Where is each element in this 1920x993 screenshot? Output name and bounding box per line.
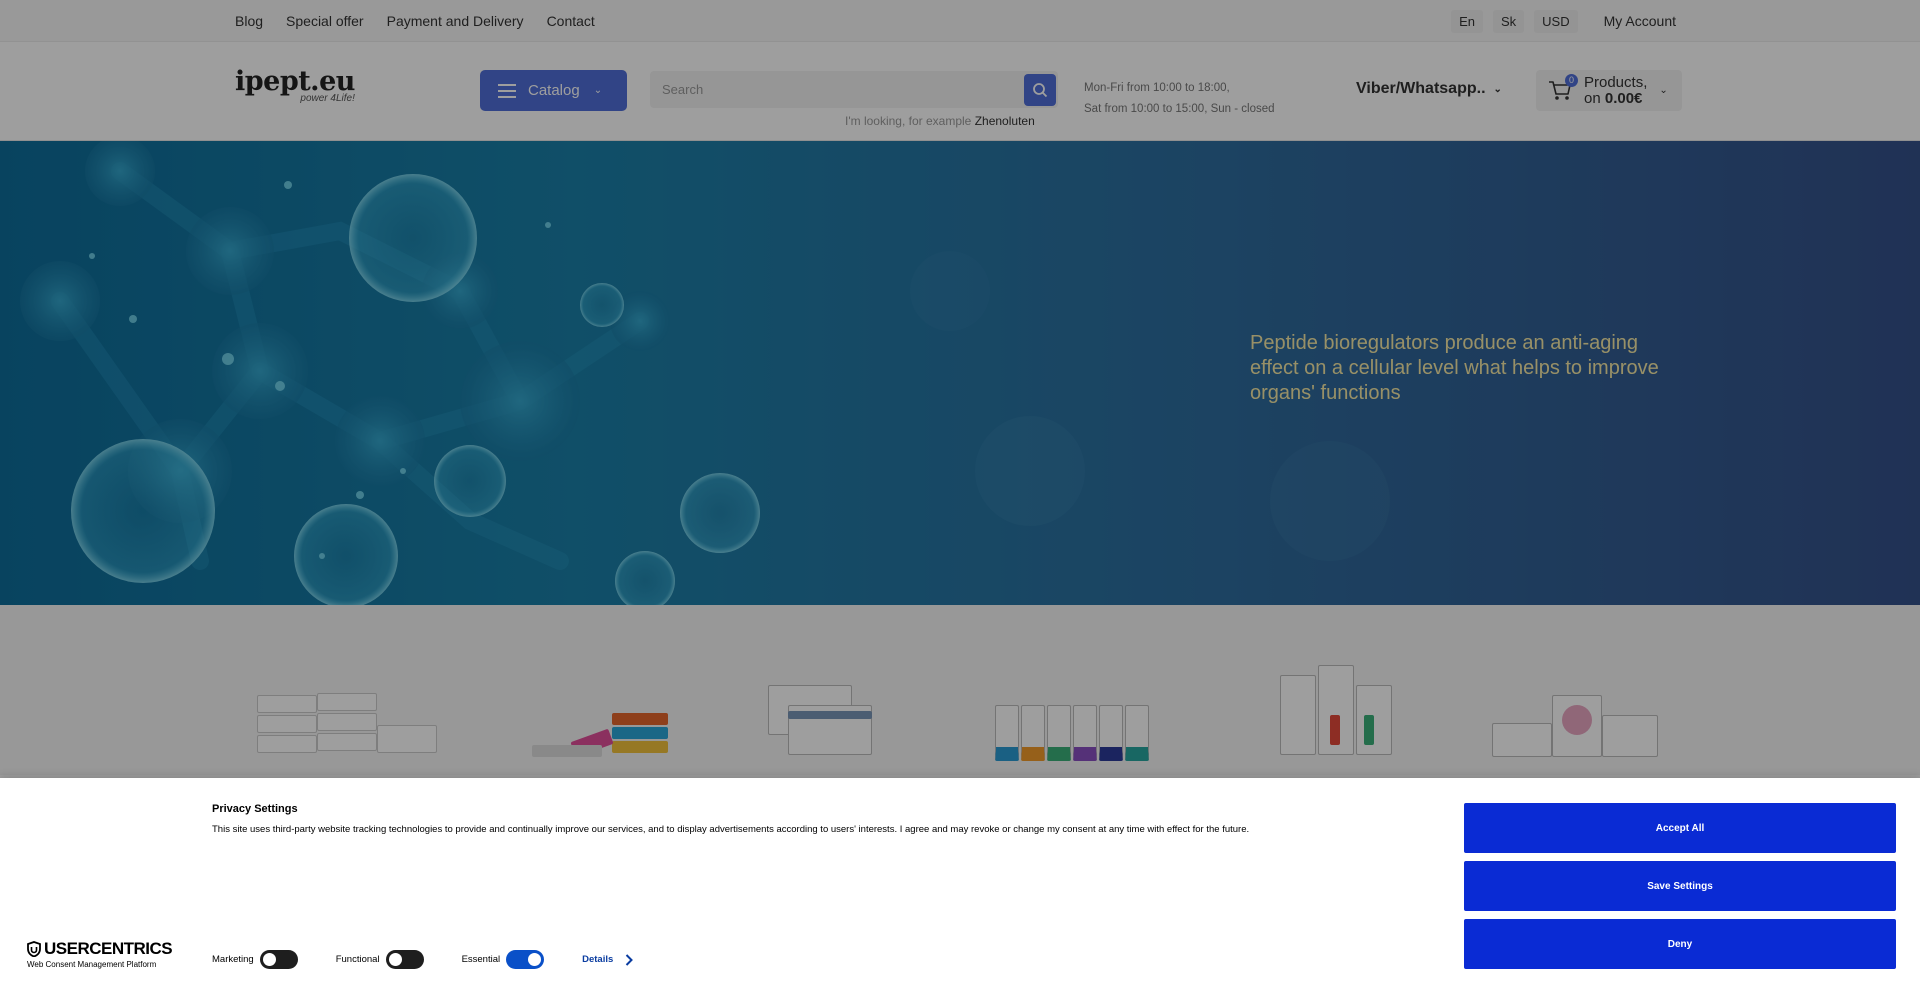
consent-toggles: Marketing Functional Essential Details [212,950,634,969]
consent-title: Privacy Settings [212,803,298,815]
essential-switch[interactable] [506,950,545,969]
details-label: Details [582,954,614,965]
save-settings-button[interactable]: Save Settings [1464,861,1896,911]
toggle-functional-label: Functional [335,954,380,965]
marketing-switch[interactable] [259,950,298,969]
usercentrics-wordmark: USERCENTRICS [44,939,173,958]
cookie-consent-banner: Privacy Settings This site uses third-pa… [0,778,1920,993]
deny-button[interactable]: Deny [1464,919,1896,969]
chevron-right-icon [626,953,634,966]
accept-all-button[interactable]: Accept All [1464,803,1896,853]
usercentrics-subtitle: Web Consent Management Platform [27,960,157,969]
consent-description: This site uses third-party website track… [212,824,1250,835]
usercentrics-logo: USERCENTRICS Web Consent Management Plat… [27,939,173,969]
toggle-marketing-label: Marketing [212,954,254,965]
toggle-marketing: Marketing [212,950,298,969]
details-link[interactable]: Details [582,953,634,966]
toggle-essential: Essential [462,950,545,969]
toggle-essential-label: Essential [461,954,501,965]
toggle-functional: Functional [336,950,424,969]
shield-icon [27,941,41,957]
functional-switch[interactable] [385,950,424,969]
